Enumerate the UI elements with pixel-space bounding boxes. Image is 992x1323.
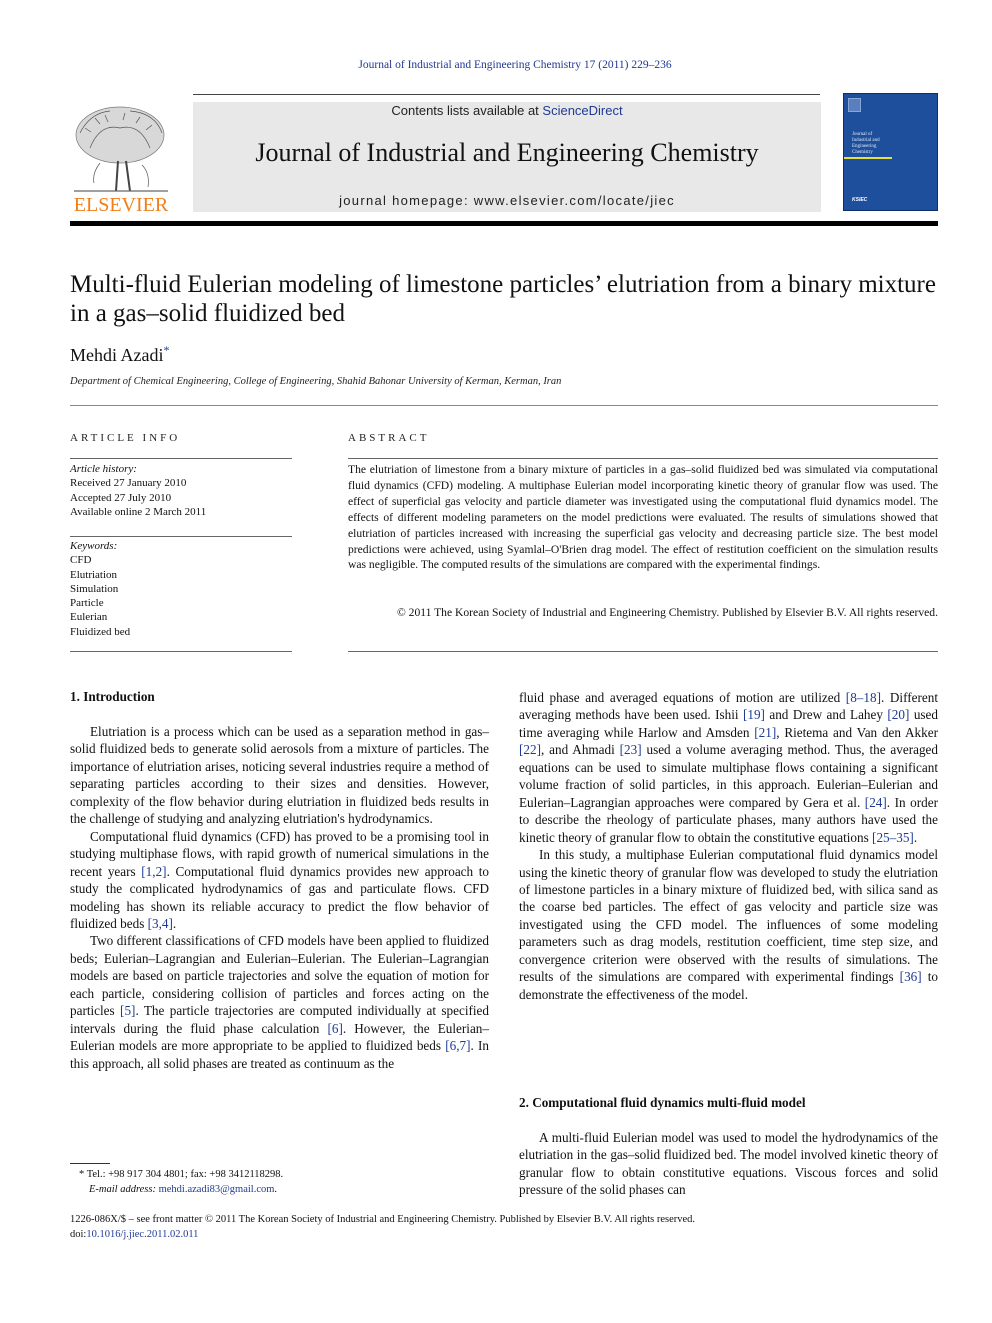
history-accepted: Accepted 27 July 2010 xyxy=(70,491,172,504)
journal-citation[interactable]: Journal of Industrial and Engineering Ch… xyxy=(0,59,992,71)
reference-link[interactable]: [8–18] xyxy=(846,690,881,705)
journal-homepage-link[interactable]: journal homepage: www.elsevier.com/locat… xyxy=(193,193,821,208)
abstract-copyright: © 2011 The Korean Society of Industrial … xyxy=(396,606,938,619)
doi-label: doi: xyxy=(70,1229,87,1240)
footnote-email-line: E-mail address: mehdi.azadi83@gmail.com. xyxy=(79,1183,283,1198)
journal-name: Journal of Industrial and Engineering Ch… xyxy=(255,138,759,167)
keyword: Simulation xyxy=(70,582,119,595)
body-paragraph: A multi-fluid Eulerian model was used to… xyxy=(519,1129,938,1199)
paragraph-text: and Drew and Lahey xyxy=(764,707,888,723)
keywords-list: Keywords: CFD Elutriation Simulation Par… xyxy=(70,539,130,639)
history-label: Article history: xyxy=(70,463,137,475)
history-received: Received 27 January 2010 xyxy=(70,477,187,490)
divider xyxy=(70,536,292,537)
paragraph-text: . xyxy=(172,915,177,931)
section-heading-cfd-model: 2. Computational fluid dynamics multi-fl… xyxy=(519,1095,806,1110)
reference-link[interactable]: [3,4] xyxy=(148,916,173,931)
reference-link[interactable]: [36] xyxy=(900,969,922,984)
section-heading-introduction: 1. Introduction xyxy=(70,689,155,704)
paragraph-text: A multi-fluid Eulerian model was used to… xyxy=(519,1130,938,1198)
reference-link[interactable]: [21] xyxy=(754,725,776,740)
reference-link[interactable]: [5] xyxy=(120,1003,135,1018)
front-matter: 1226-086X/$ – see front matter © 2011 Th… xyxy=(70,1212,695,1242)
article-info-heading: ARTICLE INFO xyxy=(70,432,181,444)
keywords-label: Keywords: xyxy=(70,540,118,552)
divider xyxy=(70,405,938,406)
keyword: CFD xyxy=(70,554,92,567)
doi-line: doi:10.1016/j.jiec.2011.02.011 xyxy=(70,1227,695,1242)
journal-cover-thumbnail[interactable]: Journal of Industrial and Engineering Ch… xyxy=(843,93,938,211)
front-matter-line: 1226-086X/$ – see front matter © 2011 Th… xyxy=(70,1214,696,1225)
reference-link[interactable]: [20] xyxy=(887,707,909,722)
body-paragraph: Elutriation is a process which can be us… xyxy=(70,723,489,828)
reference-link[interactable]: [6,7] xyxy=(445,1038,470,1053)
footnote-mark: * xyxy=(79,1169,85,1180)
cover-title: Journal of Industrial and Engineering Ch… xyxy=(852,132,880,155)
divider xyxy=(348,651,938,652)
author-line: Mehdi Azadi* xyxy=(70,343,169,366)
doi-link[interactable]: 10.1016/j.jiec.2011.02.011 xyxy=(86,1229,198,1240)
author-affiliation: Department of Chemical Engineering, Coll… xyxy=(70,376,562,387)
footnote-rule xyxy=(70,1163,110,1164)
abstract-heading: ABSTRACT xyxy=(348,432,430,444)
paragraph-text: , and Ahmadi xyxy=(540,742,620,758)
header-thick-rule xyxy=(70,221,938,226)
reference-link[interactable]: [25–35] xyxy=(872,830,914,845)
reference-link[interactable]: [24] xyxy=(865,795,887,810)
keyword: Eulerian xyxy=(70,611,108,624)
article-history: Article history: Received 27 January 201… xyxy=(70,462,206,519)
reference-link[interactable]: [6] xyxy=(327,1021,342,1036)
elsevier-wordmark: ELSEVIER xyxy=(74,194,169,213)
history-online: Available online 2 March 2011 xyxy=(70,505,207,518)
footnote-contact-line: * Tel.: +98 917 304 4801; fax: +98 34121… xyxy=(79,1168,283,1183)
sciencedirect-link[interactable]: ScienceDirect xyxy=(542,103,622,118)
author-name: Mehdi Azadi xyxy=(70,345,164,365)
body-paragraph: In this study, a multiphase Eulerian com… xyxy=(519,846,938,1003)
cover-publisher-icon xyxy=(848,98,861,112)
paragraph-text: fluid phase and averaged equations of mo… xyxy=(519,690,846,705)
paragraph-text: In this study, a multiphase Eulerian com… xyxy=(519,847,938,985)
reference-link[interactable]: [1,2] xyxy=(141,864,166,879)
cover-society-mark: KSIEC xyxy=(852,197,868,203)
elsevier-tree-icon: ELSEVIER xyxy=(74,106,169,216)
body-paragraph: Two different classifications of CFD mod… xyxy=(70,932,489,1072)
body-column-right-section2: A multi-fluid Eulerian model was used to… xyxy=(519,1129,938,1199)
article-title: Multi-fluid Eulerian modeling of limesto… xyxy=(70,271,936,327)
body-column-right: fluid phase and averaged equations of mo… xyxy=(519,689,938,1003)
reference-link[interactable]: [19] xyxy=(743,707,765,722)
email-link[interactable]: mehdi.azadi83@gmail.com xyxy=(159,1184,275,1195)
keyword: Fluidized bed xyxy=(70,625,131,638)
journal-banner: Contents lists available at ScienceDirec… xyxy=(193,102,821,212)
corresponding-author-footnote: * Tel.: +98 917 304 4801; fax: +98 34121… xyxy=(79,1168,283,1197)
paragraph-text: Elutriation is a process which can be us… xyxy=(70,724,489,827)
body-paragraph: fluid phase and averaged equations of mo… xyxy=(519,689,938,846)
body-paragraph: Computational fluid dynamics (CFD) has p… xyxy=(70,828,489,933)
footnote-contact: Tel.: +98 917 304 4801; fax: +98 3412118… xyxy=(86,1169,284,1180)
abstract-text: The elutriation of limestone from a bina… xyxy=(348,463,938,572)
keyword: Particle xyxy=(70,597,104,610)
reference-link[interactable]: [22] xyxy=(519,742,541,757)
divider xyxy=(348,458,938,459)
paragraph-text: . xyxy=(913,829,918,845)
reference-link[interactable]: [23] xyxy=(620,742,642,757)
email-suffix: . xyxy=(274,1183,278,1195)
cover-accent-bar xyxy=(844,157,892,159)
divider xyxy=(70,458,292,459)
email-label: E-mail address: xyxy=(89,1183,156,1195)
corresponding-author-mark[interactable]: * xyxy=(163,343,169,357)
divider xyxy=(70,651,292,652)
header-rule xyxy=(193,94,820,95)
keyword: Elutriation xyxy=(70,568,118,581)
contents-availability: Contents lists available at ScienceDirec… xyxy=(193,103,821,118)
contents-prefix: Contents lists available at xyxy=(391,103,543,118)
body-column-left: Elutriation is a process which can be us… xyxy=(70,723,489,1072)
paragraph-text: , Rietema and Van den Akker xyxy=(776,724,938,740)
elsevier-logo[interactable]: ELSEVIER xyxy=(70,103,172,216)
